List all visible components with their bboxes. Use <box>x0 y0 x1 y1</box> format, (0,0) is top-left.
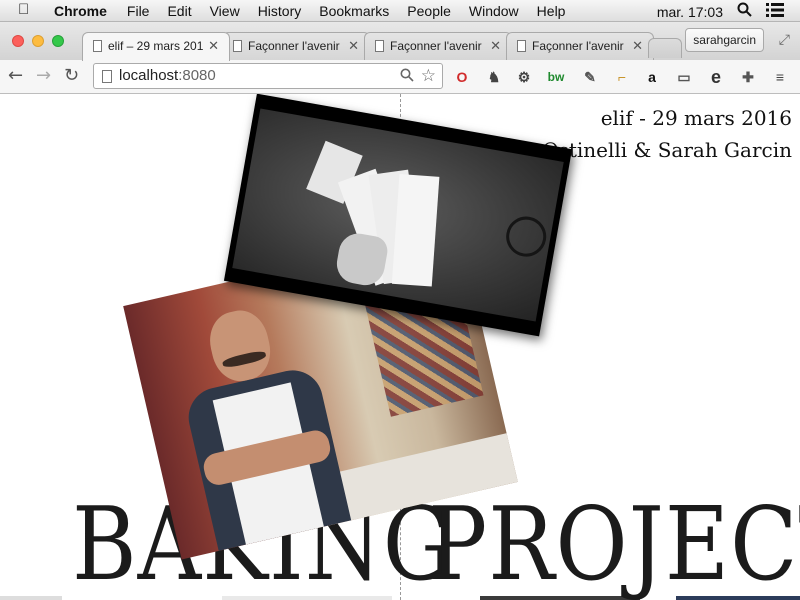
clock[interactable]: mar. 17:03 <box>657 3 723 21</box>
tab-strip: elif – 29 mars 2016 ✕ Façonner l'avenir … <box>0 22 800 61</box>
menu-file[interactable]: File <box>127 2 150 20</box>
close-icon[interactable]: ✕ <box>348 38 359 54</box>
e-icon[interactable]: e <box>706 67 726 87</box>
fullscreen-icon[interactable]: ⤢ <box>779 32 790 48</box>
tab-label: Façonner l'avenir <box>390 39 482 53</box>
amazon-icon[interactable]: a <box>642 67 662 87</box>
apple-icon[interactable]:  <box>18 2 34 18</box>
document-icon <box>93 40 102 52</box>
menu-bar:  Chrome File Edit View History Bookmark… <box>0 0 800 22</box>
page-content: elif - 29 mars 2016 Angeline Ostinelli &… <box>0 94 800 600</box>
document-icon <box>517 40 526 52</box>
menu-bookmarks[interactable]: Bookmarks <box>319 2 389 20</box>
menu-people[interactable]: People <box>407 2 451 20</box>
menu-history[interactable]: History <box>258 2 302 20</box>
document-icon <box>375 40 384 52</box>
new-tab-button[interactable] <box>648 38 682 58</box>
head <box>203 305 277 387</box>
browser-toolbar: ← → ↻ localhost:8080 ☆ O ♞ ⚙ bw ✎ ⌐ a ▭ … <box>0 60 800 94</box>
tab-label: elif – 29 mars 2016 <box>108 39 203 53</box>
menubar-status: mar. 17:03 <box>657 2 784 21</box>
profile-button[interactable]: sarahgarcin <box>685 28 764 52</box>
tab-faconner-3[interactable]: Façonner l'avenir ✕ <box>506 32 654 60</box>
url-text[interactable]: localhost:8080 <box>119 67 216 84</box>
paper-fan <box>391 174 440 287</box>
menu-icon[interactable]: ≡ <box>770 67 790 87</box>
search-icon[interactable] <box>737 2 752 21</box>
tab-label: Façonner l'avenir <box>532 39 624 53</box>
bookmark-icon[interactable]: ⌐ <box>612 67 632 87</box>
close-icon[interactable]: ✕ <box>490 38 501 54</box>
minimize-window-button[interactable] <box>32 35 44 47</box>
puzzle-icon[interactable]: ✚ <box>738 67 758 87</box>
menu-edit[interactable]: Edit <box>167 2 191 20</box>
star-icon[interactable]: ☆ <box>421 66 436 86</box>
reload-icon[interactable]: ↻ <box>64 66 79 86</box>
tab-faconner-1[interactable]: Façonner l'avenir ✕ <box>222 32 370 60</box>
eyedropper-icon[interactable]: ✎ <box>580 67 600 87</box>
back-icon[interactable]: ← <box>8 66 23 86</box>
close-icon[interactable]: ✕ <box>208 38 219 54</box>
menu-view[interactable]: View <box>210 2 240 20</box>
tab-label: Façonner l'avenir <box>248 39 340 53</box>
forward-icon[interactable]: → <box>36 66 51 86</box>
menu-window[interactable]: Window <box>469 2 519 20</box>
event-title: elif - 29 mars 2016 <box>600 106 792 130</box>
projects-heading[interactable]: PROJECTS <box>428 493 800 595</box>
menu-items: Chrome File Edit View History Bookmarks … <box>54 2 583 20</box>
close-window-button[interactable] <box>12 35 24 47</box>
magnifier-icon[interactable] <box>400 68 414 86</box>
menu-app-name[interactable]: Chrome <box>54 2 107 20</box>
gear-icon[interactable]: ⚙ <box>514 67 534 87</box>
peek-block <box>0 596 62 600</box>
close-icon[interactable]: ✕ <box>632 38 643 54</box>
evernote-icon[interactable]: ♞ <box>484 67 504 87</box>
list-icon[interactable] <box>766 2 784 21</box>
document-icon <box>233 40 242 52</box>
tab-elif[interactable]: elif – 29 mars 2016 ✕ <box>82 32 230 61</box>
opera-icon[interactable]: O <box>452 67 472 87</box>
zoom-window-button[interactable] <box>52 35 64 47</box>
tab-faconner-2[interactable]: Façonner l'avenir ✕ <box>364 32 512 60</box>
page-icon <box>102 70 112 83</box>
menu-help[interactable]: Help <box>537 2 566 20</box>
baker-figure <box>167 295 355 551</box>
bw-icon[interactable]: bw <box>546 67 566 87</box>
cast-icon[interactable]: ▭ <box>674 67 694 87</box>
address-bar[interactable]: localhost:8080 ☆ <box>93 63 443 89</box>
